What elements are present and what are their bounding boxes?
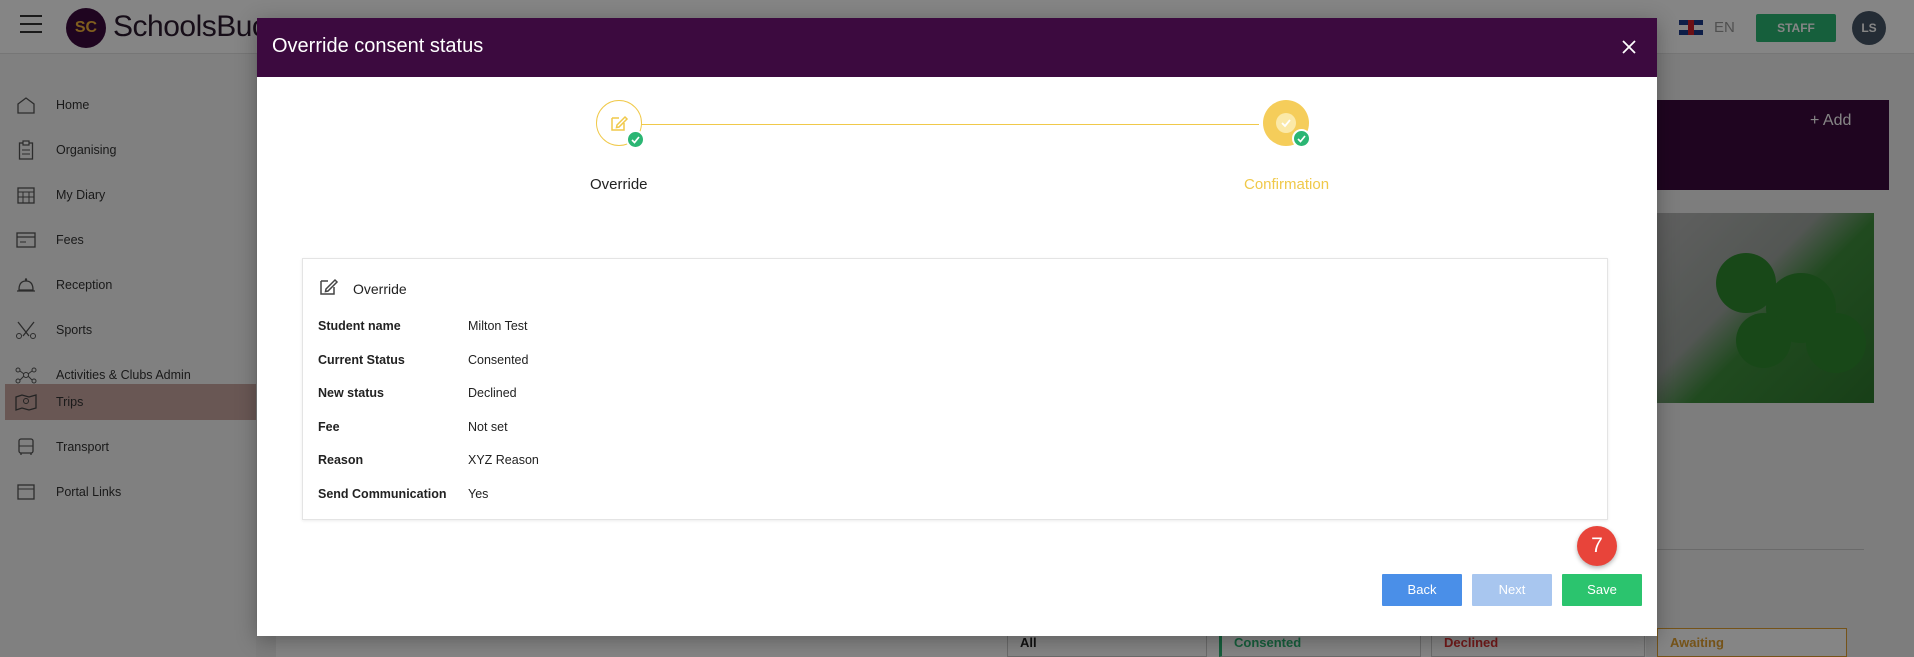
- field-value: Consented: [468, 353, 529, 367]
- step-annotation-badge: 7: [1577, 526, 1617, 566]
- close-icon[interactable]: [1617, 35, 1641, 59]
- edit-icon: [609, 113, 629, 138]
- field-label: Current Status: [318, 353, 405, 367]
- summary-row-fee: Fee Not set: [318, 420, 508, 434]
- summary-row-current-status: Current Status Consented: [318, 353, 528, 367]
- edit-icon: [318, 276, 339, 302]
- field-label: Send Communication: [318, 487, 447, 501]
- check-icon: [626, 130, 645, 149]
- field-value: Yes: [468, 487, 489, 501]
- step-confirmation[interactable]: [1263, 100, 1311, 148]
- save-button[interactable]: Save: [1562, 574, 1642, 606]
- field-value: Milton Test: [468, 319, 528, 333]
- modal-header: Override consent status: [257, 18, 1657, 77]
- field-label: New status: [318, 386, 384, 400]
- field-label: Student name: [318, 319, 401, 333]
- check-circle-icon: [1276, 113, 1296, 133]
- step-override-label: Override: [590, 176, 648, 193]
- field-label: Fee: [318, 420, 340, 434]
- check-icon: [1292, 129, 1311, 148]
- step-confirmation-label: Confirmation: [1244, 176, 1330, 193]
- field-value: Declined: [468, 386, 517, 400]
- summary-row-new-status: New status Declined: [318, 386, 517, 400]
- override-summary-card: Override Student name Milton Test Curren…: [302, 258, 1608, 520]
- field-value: Not set: [468, 420, 508, 434]
- next-button[interactable]: Next: [1472, 574, 1552, 606]
- summary-title: Override: [353, 281, 407, 297]
- back-button[interactable]: Back: [1382, 574, 1462, 606]
- summary-row-reason: Reason XYZ Reason: [318, 453, 539, 467]
- modal-title: Override consent status: [272, 35, 484, 57]
- stepper-connector: [619, 124, 1259, 125]
- field-value: XYZ Reason: [468, 453, 539, 467]
- override-consent-modal: Override consent status Override Confirm…: [257, 18, 1657, 636]
- step-override[interactable]: [596, 100, 645, 149]
- summary-row-student-name: Student name Milton Test: [318, 319, 528, 333]
- field-label: Reason: [318, 453, 364, 467]
- summary-row-send-communication: Send Communication Yes: [318, 487, 488, 501]
- summary-header: Override: [318, 276, 407, 302]
